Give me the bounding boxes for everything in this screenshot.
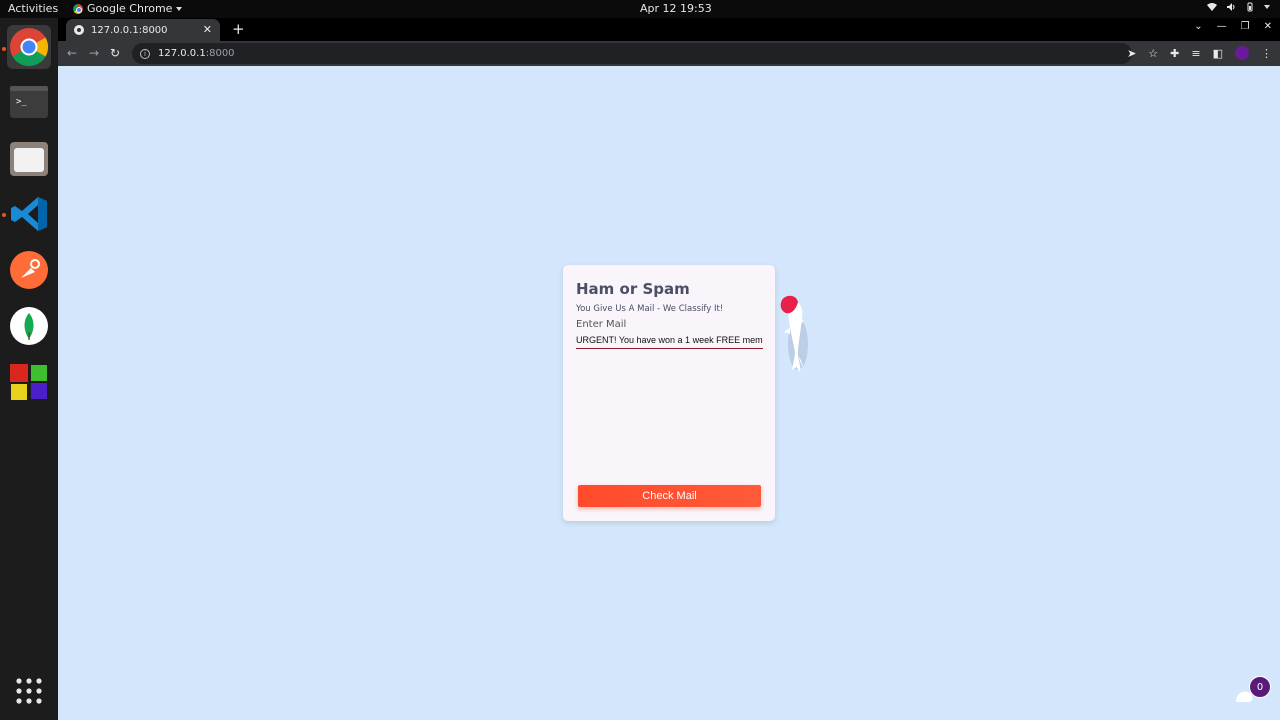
info-icon[interactable]: i [140,48,150,59]
tab-search-icon[interactable]: ⌄ [1194,21,1202,32]
clock[interactable]: Apr 12 19:53 [640,2,712,15]
close-window-icon[interactable]: ✕ [1264,21,1272,32]
tab-strip: 127.0.0.1:8000 ✕ + ⌄ — ❐ ✕ [58,18,1280,41]
toolbar-actions: ➤ ☆ ✚ ≡ ◧ ⋮ [1127,46,1272,60]
new-tab-button[interactable]: + [232,20,245,38]
running-indicator [2,213,6,217]
browser-toolbar: ← → ↻ i 127.0.0.1:8000 ➤ ☆ ✚ ≡ ◧ ⋮ [58,41,1280,66]
dock-cube-app[interactable] [7,360,51,404]
wifi-icon [1207,3,1217,11]
svg-text:>_: >_ [16,97,27,107]
minimize-icon[interactable]: — [1217,21,1227,32]
dock: >_ [0,18,58,720]
url-port: :8000 [205,48,235,59]
back-arrow-icon[interactable]: ← [67,46,77,60]
url-host: 127.0.0.1 [158,48,206,59]
reload-icon[interactable]: ↻ [110,46,120,60]
chevron-down-icon [1264,5,1270,9]
browser-tab[interactable]: 127.0.0.1:8000 ✕ [66,19,220,41]
chrome-icon [10,28,49,67]
menu-kebab-icon[interactable]: ⋮ [1261,47,1272,60]
restore-icon[interactable]: ❐ [1241,21,1250,32]
dock-vscode[interactable] [7,192,51,236]
tab-title: 127.0.0.1:8000 [91,24,168,36]
mail-field-label: Enter Mail [576,319,627,330]
close-icon[interactable]: ✕ [203,23,212,36]
extensions-icon[interactable]: ✚ [1170,47,1179,60]
show-apps-button[interactable] [7,669,51,713]
check-mail-button[interactable]: Check Mail [578,485,761,507]
app-menu[interactable]: Google Chrome [73,2,183,15]
dock-mongodb[interactable] [7,304,51,348]
grid-icon [16,678,42,704]
chevron-down-icon [176,6,183,11]
dock-chrome[interactable] [7,25,51,69]
reading-list-icon[interactable]: ≡ [1191,47,1200,60]
dock-postman[interactable] [7,248,51,292]
files-icon [10,142,48,176]
running-indicator [2,47,6,51]
profile-avatar[interactable] [1235,46,1249,60]
notification-count-badge: 0 [1249,676,1271,698]
side-panel-icon[interactable]: ◧ [1213,47,1223,60]
web-page: Ham or Spam You Give Us A Mail - We Clas… [58,66,1280,720]
postman-icon [10,251,48,289]
activities-button[interactable]: Activities [8,2,58,15]
battery-icon [1247,2,1253,12]
dock-terminal[interactable]: >_ [7,80,51,124]
volume-icon [1227,3,1235,11]
terminal-icon: >_ [10,86,48,118]
mongodb-compass-icon [10,307,48,345]
cube-app-icon [10,364,47,400]
page-title: Ham or Spam [576,280,690,298]
bookmark-star-icon[interactable]: ☆ [1148,47,1158,60]
address-bar[interactable]: i 127.0.0.1:8000 [132,43,1132,64]
system-menu[interactable] [1207,2,1270,12]
globe-icon [74,25,84,35]
vscode-icon [11,197,47,231]
window-controls: ⌄ — ❐ ✕ [1194,21,1272,32]
forward-arrow-icon[interactable]: → [89,46,99,60]
app-menu-label: Google Chrome [87,2,173,15]
page-subtitle: You Give Us A Mail - We Classify It! [576,304,724,314]
system-top-bar: Activities Google Chrome Apr 12 19:53 [0,0,1280,18]
classifier-card: Ham or Spam You Give Us A Mail - We Clas… [563,265,775,521]
chrome-icon [73,3,83,14]
dock-files[interactable] [7,136,51,180]
koi-fish-icon [780,295,808,372]
mail-input[interactable] [576,332,763,349]
send-icon[interactable]: ➤ [1127,47,1136,60]
